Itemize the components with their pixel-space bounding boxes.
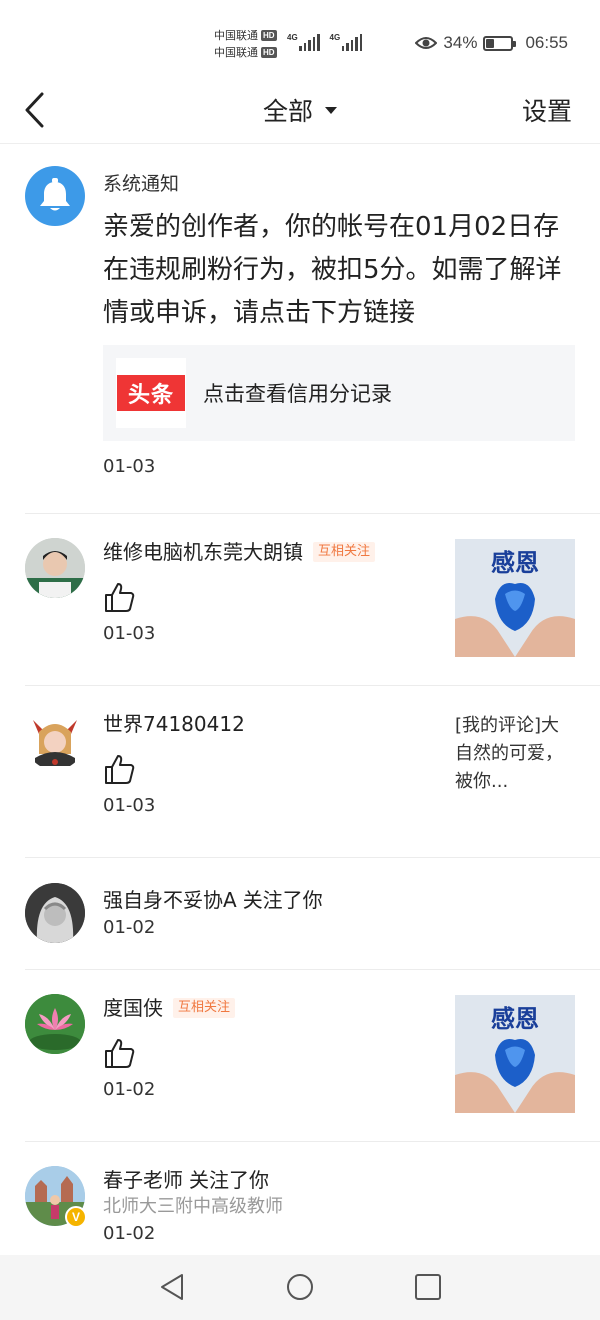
mutual-follow-tag: 互相关注 — [313, 542, 376, 562]
filter-label: 全部 — [262, 97, 313, 126]
item-date: 01-03 — [103, 623, 156, 644]
avatar[interactable] — [25, 710, 85, 770]
eye-icon — [415, 37, 438, 49]
verified-badge: V — [65, 1206, 87, 1228]
bell-avatar — [25, 166, 85, 226]
battery-icon — [483, 35, 517, 51]
post-thumbnail[interactable]: 感恩 — [455, 539, 575, 657]
signal-1-icon: 4G — [287, 33, 320, 51]
battery-percent: 34% — [443, 33, 478, 52]
status-bar: 中国联通 HD 中国联通 HD 4G 4G 34% 06:55 — [0, 0, 600, 80]
toutiao-logo-text: 头条 — [117, 375, 185, 411]
blue-rose-image: 感恩 — [455, 539, 575, 657]
blue-rose-image: 感恩 — [455, 995, 575, 1113]
hd-badge-1: HD — [261, 30, 277, 41]
filter-dropdown[interactable]: 全部 — [0, 92, 600, 128]
triangle-back-icon — [161, 1274, 183, 1300]
user-name[interactable]: 春子老师 — [103, 1166, 183, 1194]
user-avatar-image — [25, 883, 85, 943]
system-nav-bar — [0, 1255, 600, 1320]
user-subtitle: 北师大三附中高级教师 — [103, 1196, 283, 1217]
settings-button[interactable]: 设置 — [522, 92, 572, 128]
user-avatar-image — [25, 994, 85, 1054]
caret-down-icon — [325, 106, 337, 114]
notice-date: 01-03 — [103, 456, 156, 477]
post-thumbnail[interactable]: 感恩 — [455, 995, 575, 1113]
header: 全部 设置 — [0, 80, 600, 144]
item-date: 01-02 — [103, 917, 156, 938]
item-date: 01-02 — [103, 1079, 156, 1100]
list-item[interactable]: 强自身不妥协A 关注了你 01-02 — [25, 858, 600, 970]
carrier-2: 中国联通 — [214, 46, 258, 59]
thumb-text: 感恩 — [491, 549, 539, 577]
avatar[interactable]: V — [25, 1166, 87, 1228]
list-item[interactable]: 世界74180412 01-03 [我的评论]大自然的可爱，被你... — [25, 686, 600, 858]
nav-recents-button[interactable] — [413, 1272, 443, 1302]
network-type-2: 4G — [329, 33, 341, 42]
verified-badge-text: V — [71, 1210, 80, 1224]
bell-icon — [40, 178, 70, 211]
signal-indicators: 4G 4G — [287, 33, 362, 51]
carrier-1: 中国联通 — [214, 29, 258, 42]
link-text: 点击查看信用分记录 — [203, 382, 392, 406]
list-item[interactable]: V 春子老师 关注了你 北师大三附中高级教师 01-02 — [25, 1142, 600, 1262]
hd-badge-2: HD — [261, 47, 277, 58]
avatar[interactable] — [25, 994, 85, 1054]
status-right: 34% 06:55 — [415, 33, 568, 53]
user-name[interactable]: 世界74180412 — [103, 710, 245, 738]
circle-home-icon — [287, 1274, 313, 1300]
nav-back-button[interactable] — [158, 1272, 188, 1302]
user-name[interactable]: 维修电脑机东莞大朗镇 — [103, 538, 303, 566]
user-avatar-image — [25, 538, 85, 598]
thumbs-up-icon — [105, 1039, 135, 1068]
toutiao-logo: 头条 — [116, 358, 186, 428]
my-comment-quote[interactable]: [我的评论]大自然的可爱，被你... — [455, 712, 575, 796]
signal-2-icon: 4G — [329, 33, 362, 51]
mutual-follow-tag: 互相关注 — [173, 998, 236, 1018]
notice-body: 亲爱的创作者，你的帐号在01月02日存在违规刷粉行为，被扣5分。如需了解详情或申… — [103, 212, 562, 328]
follow-action: 关注了你 — [242, 888, 323, 912]
carrier-info: 中国联通 HD 中国联通 HD — [214, 27, 277, 61]
avatar[interactable] — [25, 538, 85, 598]
list-item[interactable]: 度国侠 互相关注 01-02 感恩 — [25, 970, 600, 1142]
credit-record-link[interactable]: 头条 点击查看信用分记录 — [103, 345, 575, 441]
user-name[interactable]: 度国侠 — [103, 994, 163, 1022]
thumb-text: 感恩 — [491, 1005, 539, 1033]
system-notice-item[interactable]: 系统通知 亲爱的创作者，你的帐号在01月02日存在违规刷粉行为，被扣5分。如需了… — [25, 145, 600, 514]
item-date: 01-03 — [103, 795, 156, 816]
nav-home-button[interactable] — [285, 1272, 315, 1302]
network-type-1: 4G — [287, 33, 298, 42]
square-recents-icon — [415, 1274, 441, 1300]
user-name[interactable]: 强自身不妥协A — [103, 886, 237, 914]
follow-action: 关注了你 — [189, 1168, 269, 1192]
item-date: 01-02 — [103, 1223, 156, 1244]
clock: 06:55 — [525, 33, 568, 52]
thumbs-up-icon — [105, 755, 135, 784]
list-item[interactable]: 维修电脑机东莞大朗镇 互相关注 01-03 感恩 — [25, 514, 600, 686]
notice-sender: 系统通知 — [103, 173, 180, 195]
avatar[interactable] — [25, 883, 85, 943]
thumbs-up-icon — [105, 583, 135, 612]
user-avatar-image — [25, 710, 85, 770]
notification-list: 系统通知 亲爱的创作者，你的帐号在01月02日存在违规刷粉行为，被扣5分。如需了… — [0, 145, 600, 1262]
